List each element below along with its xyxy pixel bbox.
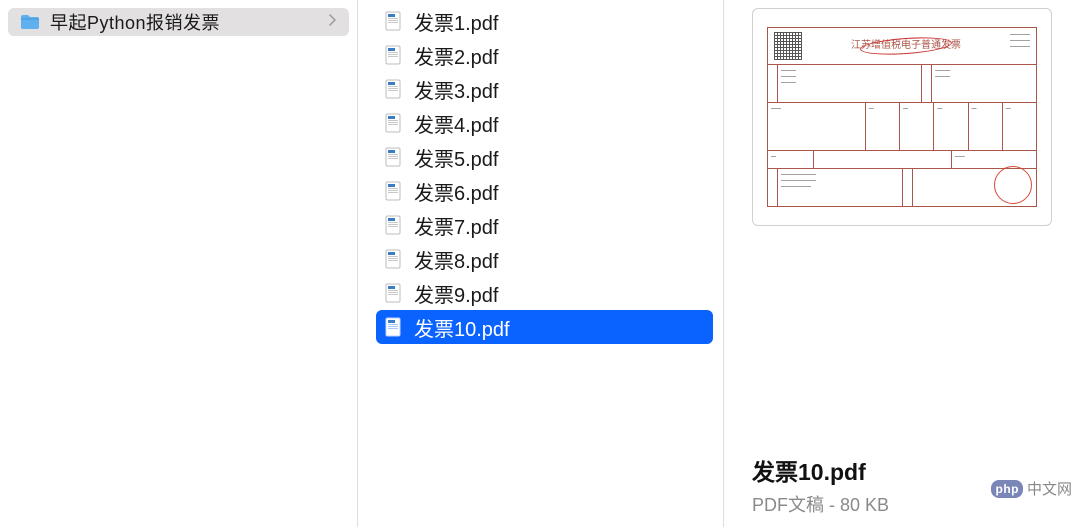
pdf-file-icon (384, 317, 402, 337)
pdf-file-icon (384, 11, 402, 31)
file-row[interactable]: 发票1.pdf (376, 4, 713, 38)
watermark: php 中文网 (991, 478, 1072, 499)
seal-stamp-icon (994, 166, 1032, 204)
pdf-file-icon (384, 147, 402, 167)
file-list: 发票1.pdf 发票2.pdf 发票3.pdf 发票4.pdf 发票5.pdf … (358, 4, 723, 344)
file-row[interactable]: 发票2.pdf (376, 38, 713, 72)
file-row[interactable]: 发票7.pdf (376, 208, 713, 242)
preview-column: 江苏增值税电子普通发票 ———————————— ————————— —————… (724, 0, 1080, 527)
preview-kind: PDF文稿 (752, 495, 824, 515)
file-name-label: 发票1.pdf (414, 7, 498, 36)
pdf-file-icon (384, 283, 402, 303)
file-name-label: 发票4.pdf (414, 109, 498, 138)
pdf-file-icon (384, 215, 402, 235)
file-row[interactable]: 发票5.pdf (376, 140, 713, 174)
qr-code-icon (774, 32, 802, 60)
file-name-label: 发票3.pdf (414, 75, 498, 104)
file-name-label: 发票8.pdf (414, 245, 498, 274)
watermark-text: 中文网 (1027, 478, 1072, 499)
file-row[interactable]: 发票3.pdf (376, 72, 713, 106)
invoice-title: 江苏增值税电子普通发票 (802, 32, 1010, 60)
pdf-file-icon (384, 181, 402, 201)
file-row[interactable]: 发票8.pdf (376, 242, 713, 276)
pdf-file-icon (384, 249, 402, 269)
chevron-right-icon (329, 13, 337, 31)
file-name-label: 发票2.pdf (414, 41, 498, 70)
sidebar-item-folder[interactable]: 早起Python报销发票 (8, 8, 349, 36)
file-name-label: 发票6.pdf (414, 177, 498, 206)
sidebar: 早起Python报销发票 (0, 0, 358, 527)
folder-icon (20, 14, 40, 30)
file-row[interactable]: 发票10.pdf (376, 310, 713, 344)
file-name-label: 发票10.pdf (414, 313, 510, 342)
php-badge-icon: php (991, 480, 1023, 498)
preview-thumbnail[interactable]: 江苏增值税电子普通发票 ———————————— ————————— —————… (752, 8, 1052, 226)
file-list-column: 发票1.pdf 发票2.pdf 发票3.pdf 发票4.pdf 发票5.pdf … (358, 0, 724, 527)
pdf-file-icon (384, 113, 402, 133)
file-name-label: 发票7.pdf (414, 211, 498, 240)
sidebar-item-label: 早起Python报销发票 (50, 9, 329, 35)
file-row[interactable]: 发票9.pdf (376, 276, 713, 310)
pdf-file-icon (384, 79, 402, 99)
file-name-label: 发票9.pdf (414, 279, 498, 308)
preview-size: 80 KB (840, 495, 889, 515)
file-row[interactable]: 发票4.pdf (376, 106, 713, 140)
pdf-file-icon (384, 45, 402, 65)
invoice-meta: ———————————— (1010, 32, 1030, 60)
file-row[interactable]: 发票6.pdf (376, 174, 713, 208)
invoice-preview-image: 江苏增值税电子普通发票 ———————————— ————————— —————… (767, 27, 1037, 207)
file-name-label: 发票5.pdf (414, 143, 498, 172)
